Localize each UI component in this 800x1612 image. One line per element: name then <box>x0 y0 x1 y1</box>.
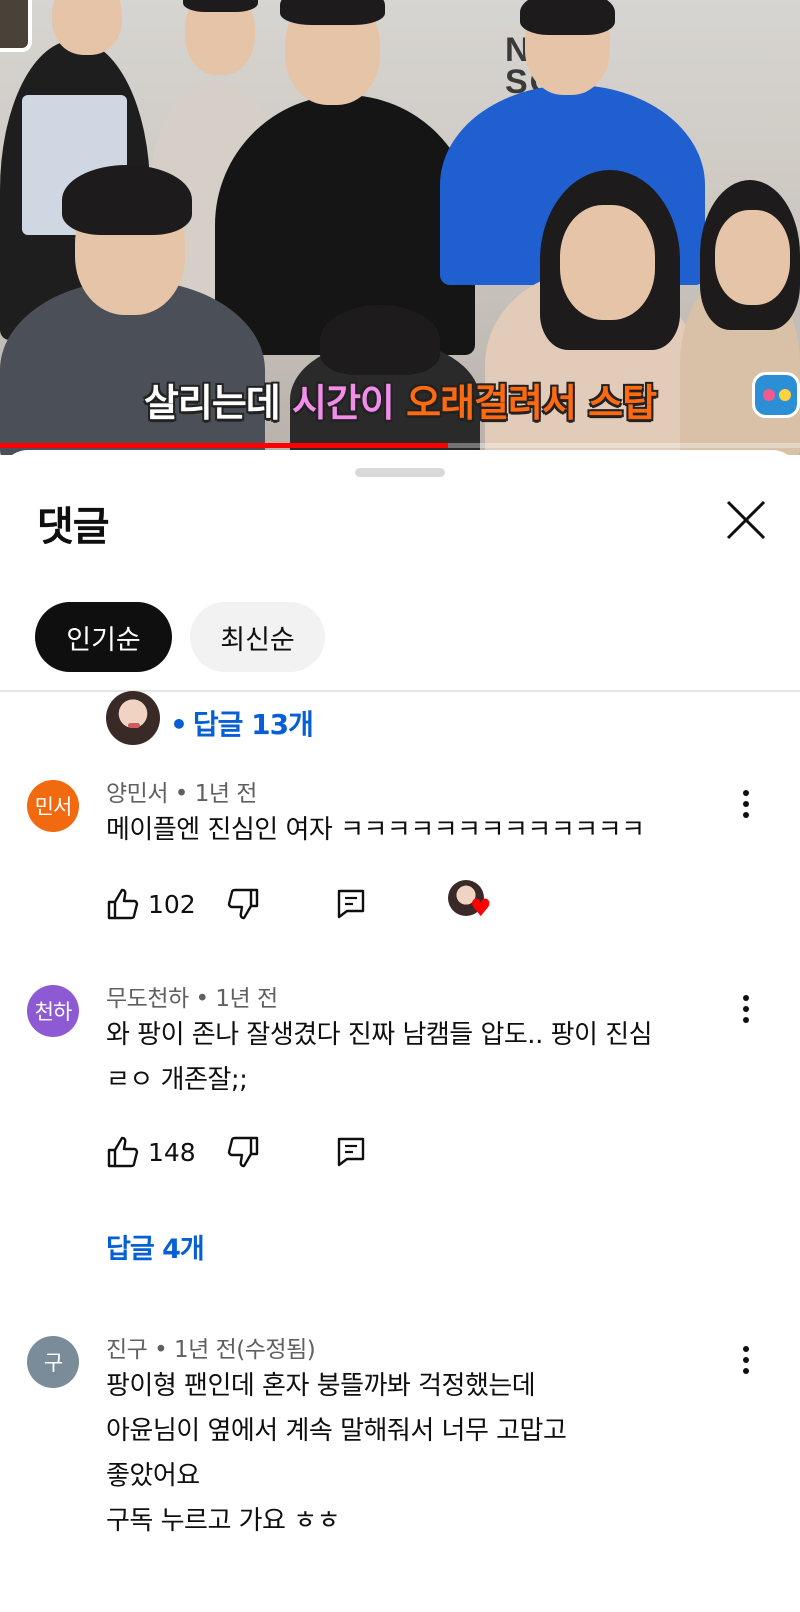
comment-time: 1년 전 <box>215 986 278 1012</box>
drag-handle[interactable] <box>355 468 445 477</box>
video-progress-bar[interactable] <box>0 443 800 448</box>
video-corner-overlay <box>0 0 32 52</box>
reply-button[interactable] <box>334 1132 368 1172</box>
creator-heart-icon: ♥ <box>470 894 492 922</box>
comment-meta: 진구 • 1년 전(수정됨) <box>106 1337 316 1363</box>
creator-avatar <box>106 691 160 745</box>
video-caption: 살리는데 시간이 오래걸려서 스탑 <box>0 372 800 427</box>
prev-comment-replies[interactable]: • 답글 13개 <box>106 691 314 754</box>
view-replies-link[interactable]: 답글 4개 <box>106 1227 205 1266</box>
caption-part-2: 시간이 <box>292 381 407 425</box>
like-button[interactable]: 148 <box>106 1132 196 1172</box>
channel-logo-icon <box>752 372 800 418</box>
comment-time: 1년 전(수정됨) <box>174 1337 316 1363</box>
comment-author[interactable]: 진구 <box>106 1337 148 1363</box>
comments-sheet: 댓글 인기순 최신순 • 답글 13개 민서 양민서 • 1년 전 메이플엔 진심… <box>0 450 800 1612</box>
comment-reply-icon <box>337 889 365 919</box>
comment-text: 메이플엔 진심인 여자 ㅋㅋㅋㅋㅋㅋㅋㅋㅋㅋㅋㅋㅋ <box>106 815 645 845</box>
comment-author[interactable]: 무도천하 <box>106 986 189 1012</box>
comment-author[interactable]: 양민서 <box>106 781 168 807</box>
comment-meta: 양민서 • 1년 전 <box>106 781 258 807</box>
thumbs-up-icon <box>107 1136 139 1168</box>
thumbs-up-icon <box>107 888 139 920</box>
caption-part-3: 오래걸려서 스탑 <box>406 381 657 425</box>
like-count: 102 <box>148 889 196 919</box>
sheet-title: 댓글 <box>37 504 110 550</box>
comment-avatar[interactable]: 민서 <box>27 780 79 832</box>
video-player[interactable]: NA SO N 살리는데 시간이 오래걸 <box>0 0 800 455</box>
prev-replies-link[interactable]: • 답글 13개 <box>170 703 314 743</box>
thumbs-down-icon <box>227 1136 259 1168</box>
comment-reply-icon <box>337 1137 365 1167</box>
comment-text: 와 팡이 존나 잘생겼다 진짜 남캠들 압도.. 팡이 진심 ㄹㅇ 개존잘;; <box>106 1020 653 1095</box>
video-progress-fill <box>0 443 448 448</box>
comment-time: 1년 전 <box>194 781 258 807</box>
comment-avatar[interactable]: 천하 <box>27 985 79 1037</box>
like-count: 148 <box>148 1137 196 1167</box>
comment-avatar[interactable]: 구 <box>27 1336 79 1388</box>
dislike-button[interactable] <box>226 1132 260 1172</box>
sort-chip-top[interactable]: 인기순 <box>35 602 172 672</box>
close-icon <box>726 500 766 540</box>
dislike-button[interactable] <box>226 884 260 924</box>
comment-text: 팡이형 팬인데 혼자 붕뜰까봐 걱정했는데 아윤님이 옆에서 계속 말해줘서 너… <box>106 1371 567 1536</box>
caption-part-1: 살리는데 <box>143 381 292 425</box>
thumbs-down-icon <box>227 888 259 920</box>
creator-heart-badge: ♥ <box>448 880 494 924</box>
reply-button[interactable] <box>334 884 368 924</box>
like-button[interactable]: 102 <box>106 884 196 924</box>
close-button[interactable] <box>720 494 772 546</box>
sort-chip-newest[interactable]: 최신순 <box>190 602 325 672</box>
comment-meta: 무도천하 • 1년 전 <box>106 986 278 1012</box>
